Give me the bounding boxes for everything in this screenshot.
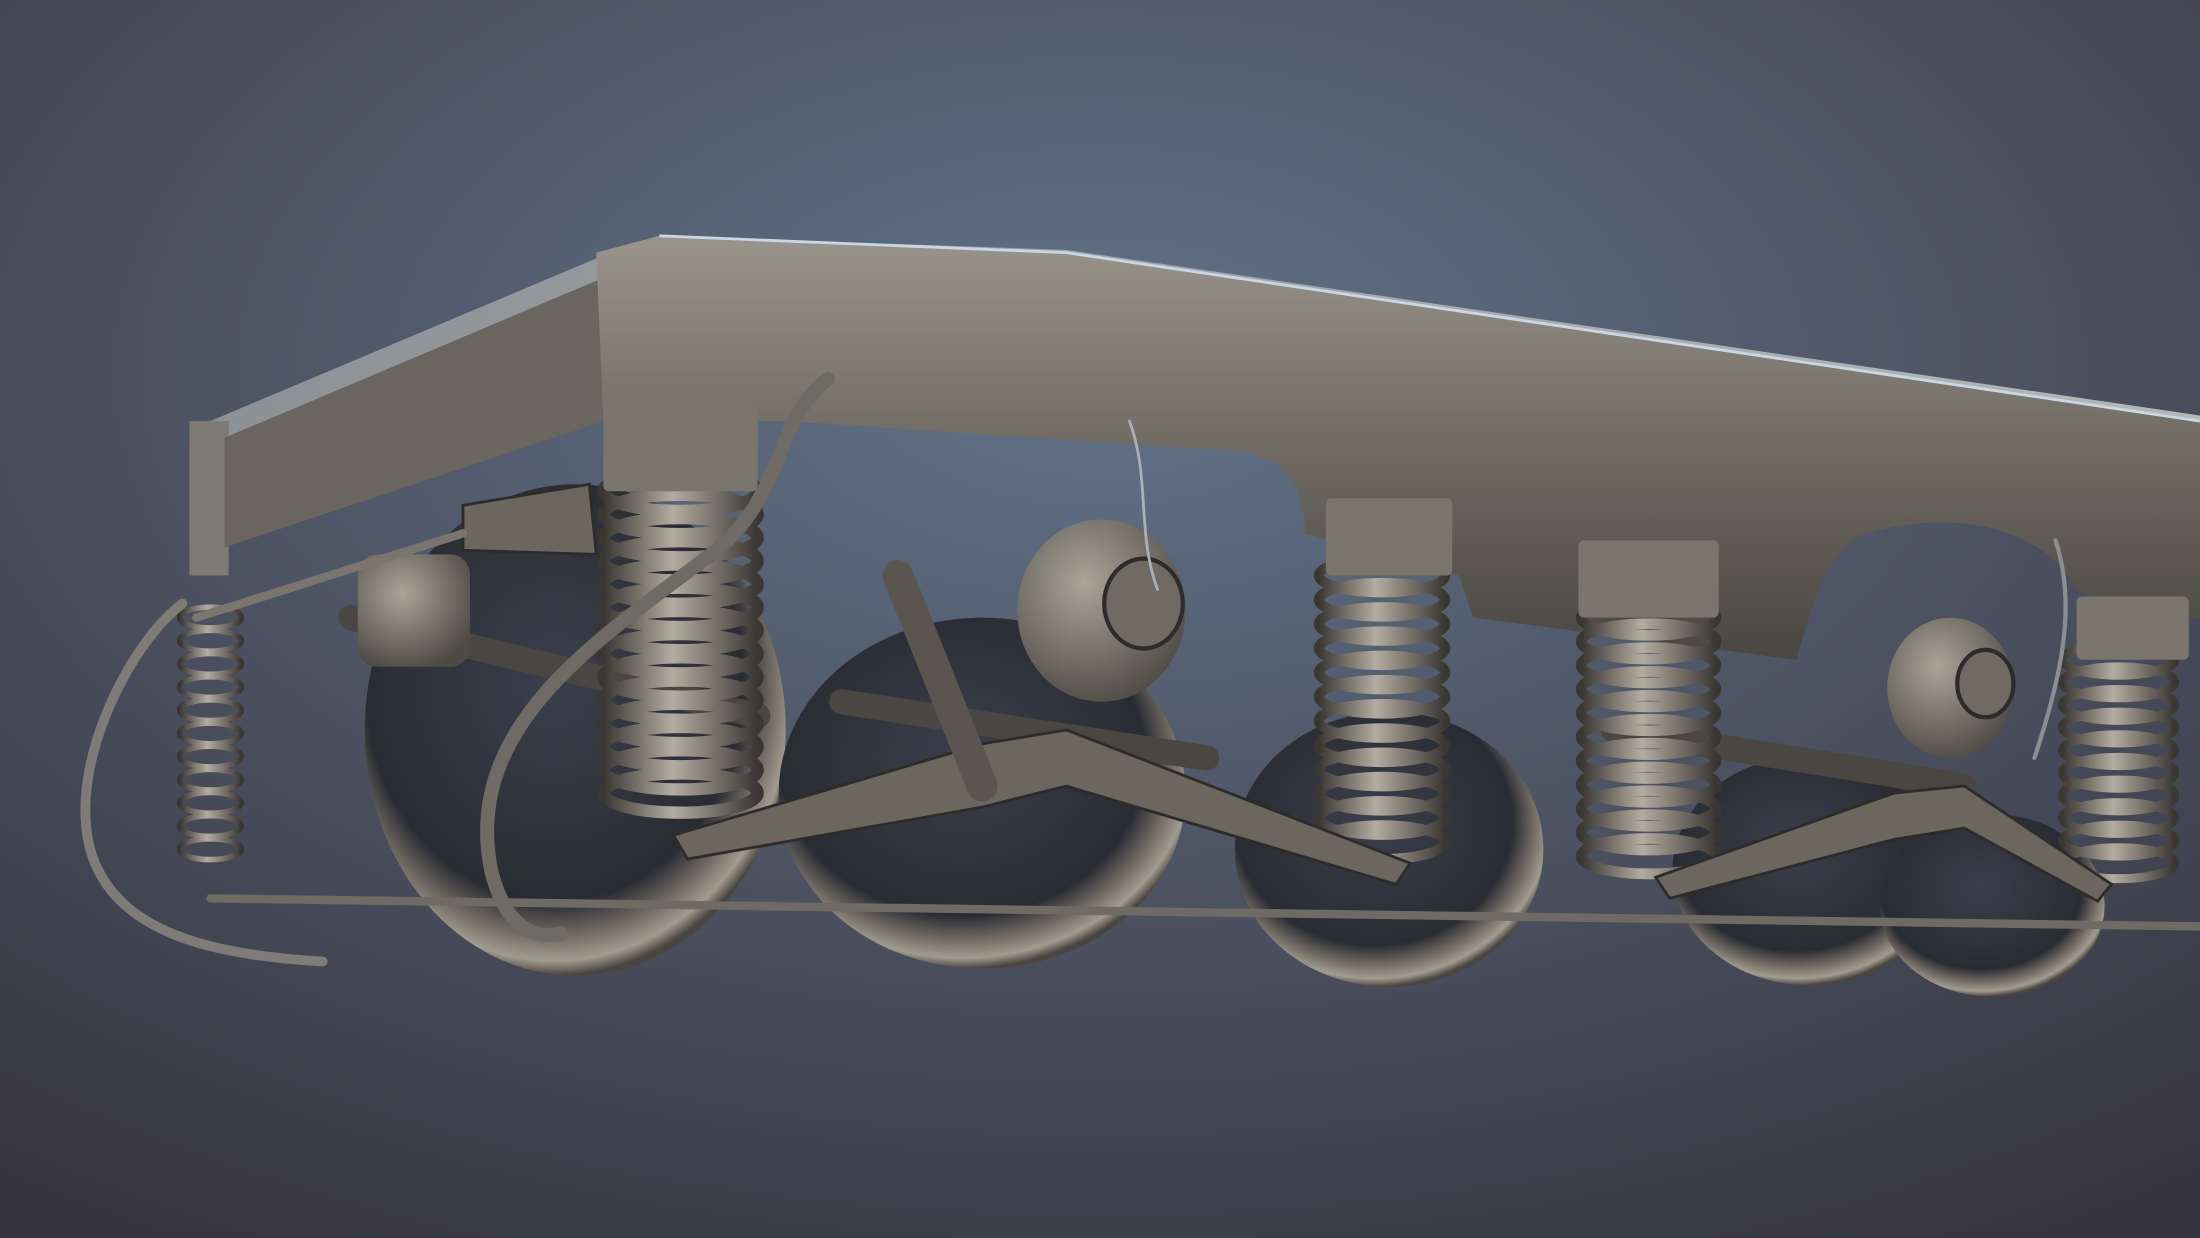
train-bogie-render	[0, 0, 2200, 1238]
axle-box-front-cap	[1102, 556, 1185, 651]
axle-box-rear-cap	[1955, 647, 2016, 720]
traction-motor	[357, 554, 471, 667]
frame-left-end	[189, 421, 229, 576]
